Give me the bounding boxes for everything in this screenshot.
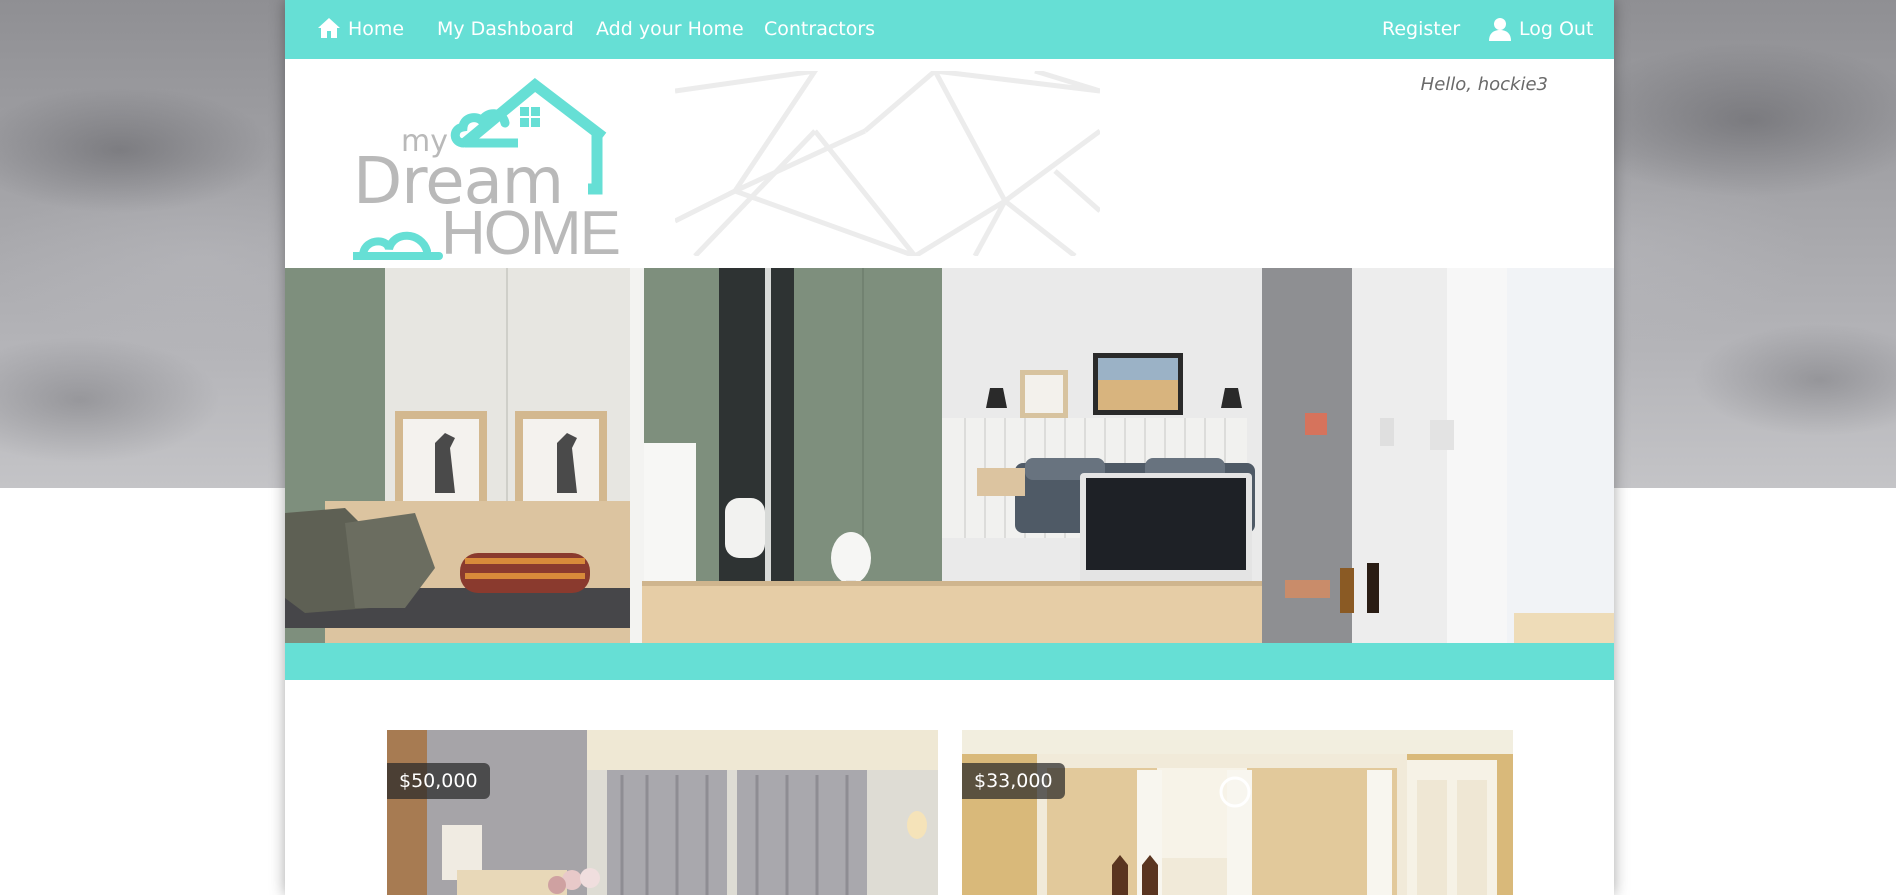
nav-add-home-link[interactable]: Add your Home <box>596 0 744 59</box>
page-container: Home My Dashboard Add your Home Contract… <box>285 0 1614 895</box>
nav-contractors-label: Contractors <box>764 18 876 40</box>
nav-contractors-link[interactable]: Contractors <box>764 0 875 59</box>
nav-add-home-label: Add your Home <box>596 18 744 40</box>
user-greeting: Hello, hockie3 <box>1420 74 1548 95</box>
nav-register-label: Register <box>1382 18 1461 40</box>
nav-dashboard-label: My Dashboard <box>437 18 574 40</box>
price-badge: $33,000 <box>962 763 1065 799</box>
listing-photo <box>387 730 938 895</box>
nav-home-link[interactable]: Home <box>317 0 404 59</box>
listing-card[interactable]: $33,000 <box>962 730 1513 895</box>
nav-register-link[interactable]: Register <box>1382 0 1460 59</box>
my-dream-home-logo[interactable]: my Dream HOME <box>349 71 673 268</box>
nav-dashboard-link[interactable]: My Dashboard <box>437 0 574 59</box>
user-icon <box>1489 18 1511 41</box>
site-header: my Dream HOME Hello, hockie3 <box>285 59 1614 268</box>
nav-home-label: Home <box>348 18 405 40</box>
nav-logout-label: Log Out <box>1519 18 1594 40</box>
house-icon <box>318 18 340 38</box>
nav-logout-link[interactable]: Log Out <box>1488 0 1593 59</box>
logo-home-text: HOME <box>441 199 619 261</box>
teal-divider-bar <box>285 643 1614 680</box>
listing-card[interactable]: $50,000 <box>387 730 938 895</box>
geometric-pattern <box>675 71 1100 256</box>
hero-banner-image <box>285 268 1614 643</box>
top-navbar: Home My Dashboard Add your Home Contract… <box>285 0 1614 59</box>
listing-photo <box>962 730 1513 895</box>
price-badge: $50,000 <box>387 763 490 799</box>
